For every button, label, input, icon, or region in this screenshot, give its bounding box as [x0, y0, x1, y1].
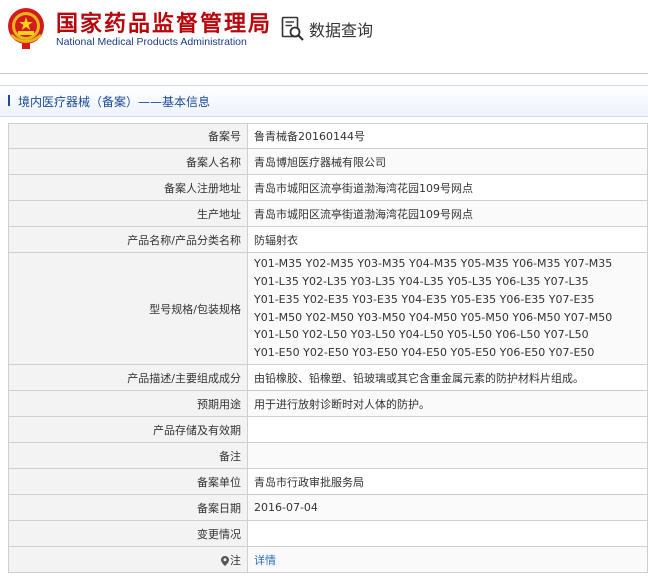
spec-line: Y01-M50 Y02-M50 Y03-M50 Y04-M50 Y05-M50 …	[254, 310, 613, 324]
field-value: 2016-07-04	[247, 494, 648, 521]
field-label: 型号规格/包装规格	[8, 252, 248, 365]
national-emblem-icon	[8, 8, 44, 49]
search-document-icon	[281, 16, 304, 41]
data-query-link[interactable]: 数据查询	[281, 16, 373, 42]
field-label: 备案人名称	[8, 148, 248, 175]
spec-line: Y01-E50 Y02-E50 Y03-E50 Y04-E50 Y05-E50 …	[254, 345, 595, 359]
table-row: 备案人注册地址 青岛市城阳区流亭街道渤海湾花园109号网点	[8, 174, 648, 201]
site-title-cn: 国家药品监督管理局	[56, 12, 273, 37]
spec-line: Y01-E35 Y02-E35 Y03-E35 Y04-E35 Y05-E35 …	[254, 292, 595, 306]
field-value: 用于进行放射诊断时对人体的防护。	[247, 390, 648, 417]
field-label: 产品名称/产品分类名称	[8, 226, 248, 253]
table-row: 产品存储及有效期	[8, 416, 648, 443]
note-label: 注	[230, 553, 241, 567]
breadcrumb-marker-icon	[8, 95, 10, 106]
table-row: 备案人名称 青岛博旭医疗器械有限公司	[8, 148, 648, 175]
table-row: 备注	[8, 442, 648, 469]
header-divider	[0, 73, 648, 74]
table-row: 产品名称/产品分类名称 防辐射衣	[8, 226, 648, 253]
field-label: 备案人注册地址	[8, 174, 248, 201]
table-row: 备案日期 2016-07-04	[8, 494, 648, 521]
field-label: 备注	[8, 442, 248, 469]
field-label: 变更情况	[8, 520, 248, 547]
breadcrumb: 境内医疗器械（备案）——基本信息	[0, 85, 648, 117]
spec-line: Y01-L50 Y02-L50 Y03-L50 Y04-L50 Y05-L50 …	[254, 328, 589, 342]
record-detail-table: 备案号 鲁青械备20160144号 备案人名称 青岛博旭医疗器械有限公司 备案人…	[8, 123, 648, 573]
table-row: 生产地址 青岛市城阳区流亭街道渤海湾花园109号网点	[8, 200, 648, 227]
field-label: 生产地址	[8, 200, 248, 227]
data-query-label: 数据查询	[309, 21, 374, 40]
field-value: 青岛市城阳区流亭街道渤海湾花园109号网点	[247, 200, 648, 227]
spec-list: Y01-M35 Y02-M35 Y03-M35 Y04-M35 Y05-M35 …	[247, 252, 648, 365]
table-row: 备案号 鲁青械备20160144号	[8, 123, 648, 149]
breadcrumb-link[interactable]: 境内医疗器械（备案）——基本信息	[18, 93, 210, 110]
field-label: 预期用途	[8, 390, 248, 417]
field-value	[247, 442, 648, 469]
field-value: 详情	[247, 546, 648, 573]
spec-line: Y01-L35 Y02-L35 Y03-L35 Y04-L35 Y05-L35 …	[254, 275, 589, 289]
table-row: 注 详情	[8, 546, 648, 573]
field-label: 备案号	[8, 123, 248, 149]
details-link[interactable]: 详情	[254, 554, 276, 567]
field-value: 防辐射衣	[247, 226, 648, 253]
field-label: 产品存储及有效期	[8, 416, 248, 443]
field-label: 产品描述/主要组成成分	[8, 364, 248, 391]
table-row: 变更情况	[8, 520, 648, 547]
field-value	[247, 416, 648, 443]
field-label: 注	[8, 546, 248, 573]
spec-line: Y01-M35 Y02-M35 Y03-M35 Y04-M35 Y05-M35 …	[254, 257, 613, 271]
field-value: 鲁青械备20160144号	[247, 123, 648, 149]
field-value: 青岛博旭医疗器械有限公司	[247, 148, 648, 175]
field-label: 备案单位	[8, 468, 248, 495]
table-row: 产品描述/主要组成成分 由铅橡胶、铅橡塑、铅玻璃或其它含重金属元素的防护材料片组…	[8, 364, 648, 391]
field-value: 青岛市行政审批服务局	[247, 468, 648, 495]
site-header: 国家药品监督管理局 National Medical Products Admi…	[0, 0, 648, 62]
field-value: 由铅橡胶、铅橡塑、铅玻璃或其它含重金属元素的防护材料片组成。	[247, 364, 648, 391]
table-row: 预期用途 用于进行放射诊断时对人体的防护。	[8, 390, 648, 417]
table-row: 备案单位 青岛市行政审批服务局	[8, 468, 648, 495]
field-value: 青岛市城阳区流亭街道渤海湾花园109号网点	[247, 174, 648, 201]
field-label: 备案日期	[8, 494, 248, 521]
location-pin-icon	[221, 555, 229, 566]
site-title-en: National Medical Products Administration	[56, 36, 247, 48]
field-value	[247, 520, 648, 547]
table-row: 型号规格/包装规格 Y01-M35 Y02-M35 Y03-M35 Y04-M3…	[8, 252, 648, 365]
